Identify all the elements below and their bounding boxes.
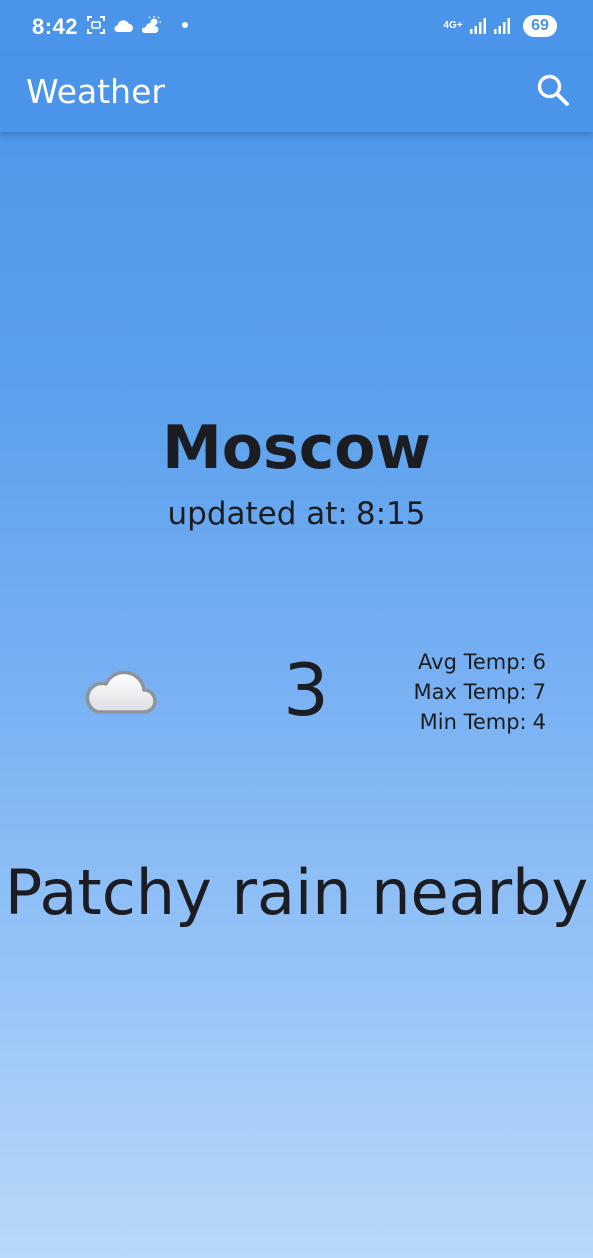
avg-temp-row: Avg Temp: 6 (413, 647, 546, 677)
battery-icon: 69 (523, 15, 557, 37)
search-icon[interactable] (536, 73, 570, 107)
status-time: 8:42 (32, 14, 79, 39)
avg-temp-label: Avg Temp: (418, 650, 527, 674)
current-temperature: 3 (283, 648, 329, 732)
screenshot-icon (87, 16, 105, 34)
search-button[interactable] (533, 70, 573, 110)
status-bar: 8:42 4G+ 69 (0, 0, 593, 56)
signal-icon (470, 18, 486, 34)
updated-at: updated at: 8:15 (0, 496, 593, 532)
city-name: Moscow (162, 413, 431, 483)
avg-temp-value: 6 (532, 650, 546, 674)
min-temp-row: Min Temp: 4 (413, 707, 546, 737)
updated-label: updated at: (167, 496, 348, 532)
network-type-label: 4G+ (443, 20, 463, 31)
max-temp-value: 7 (532, 680, 546, 704)
status-icons-right: 4G+ 69 (443, 15, 557, 37)
min-temp-label: Min Temp: (419, 710, 527, 734)
status-icons-left (86, 15, 188, 35)
temperature-details: Avg Temp: 6 Max Temp: 7 Min Temp: 4 (413, 647, 546, 737)
app-title: Weather (26, 72, 165, 111)
updated-time: 8:15 (355, 496, 426, 532)
signal-icon (494, 18, 510, 34)
max-temp-row: Max Temp: 7 (413, 677, 546, 707)
notification-dot-icon (182, 22, 188, 28)
min-temp-value: 4 (532, 710, 546, 734)
cloud-icon (114, 20, 133, 32)
app-bar: Weather (0, 56, 593, 132)
max-temp-label: Max Temp: (413, 680, 527, 704)
weather-condition: Patchy rain nearby (4, 856, 589, 929)
cloud-icon (85, 670, 157, 714)
partly-sunny-icon (141, 16, 161, 33)
